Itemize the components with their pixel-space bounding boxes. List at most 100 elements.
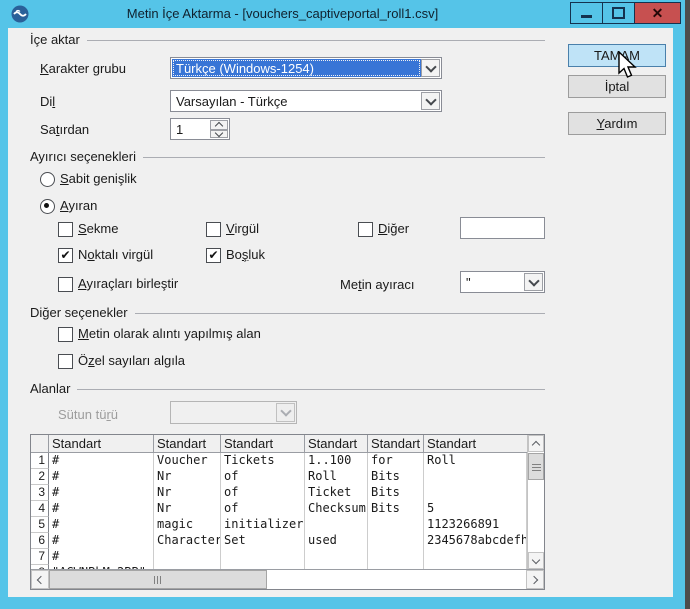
- comma-checkbox[interactable]: [206, 222, 221, 237]
- table-cell[interactable]: [368, 533, 424, 549]
- comma-label: Virgül: [226, 221, 259, 237]
- column-header[interactable]: Standart: [424, 435, 544, 452]
- charset-combobox[interactable]: Türkçe (Windows-1254): [170, 57, 442, 79]
- preview-table: StandartStandartStandartStandartStandart…: [30, 434, 545, 590]
- scroll-down-button[interactable]: [528, 552, 544, 569]
- table-cell[interactable]: #: [49, 485, 154, 501]
- table-cell[interactable]: of: [221, 501, 305, 517]
- charset-dropdown-button[interactable]: [421, 59, 440, 77]
- cancel-button[interactable]: İptal: [568, 75, 666, 98]
- table-cell[interactable]: magic: [154, 517, 221, 533]
- other-label: Diğer: [378, 221, 409, 237]
- ok-button[interactable]: TAMAM: [568, 44, 666, 67]
- table-cell[interactable]: for: [368, 453, 424, 469]
- group-rule: [143, 157, 545, 158]
- other-checkbox[interactable]: [358, 222, 373, 237]
- maximize-button[interactable]: [602, 2, 635, 24]
- horizontal-scrollbar[interactable]: [31, 569, 544, 589]
- table-cell[interactable]: Bits: [368, 485, 424, 501]
- table-cell[interactable]: #: [49, 469, 154, 485]
- table-cell[interactable]: [221, 549, 305, 565]
- table-cell[interactable]: used: [305, 533, 368, 549]
- merge-delimiters-checkbox[interactable]: [58, 277, 73, 292]
- scroll-left-button[interactable]: [31, 570, 49, 589]
- table-cell[interactable]: Roll: [424, 453, 527, 469]
- row-number: 5: [31, 517, 49, 533]
- table-cell[interactable]: Nr: [154, 501, 221, 517]
- column-header[interactable]: Standart: [221, 435, 305, 452]
- detect-special-numbers-checkbox[interactable]: [58, 354, 73, 369]
- spinner-down-button[interactable]: [210, 130, 228, 138]
- table-cell[interactable]: of: [221, 469, 305, 485]
- table-cell[interactable]: [424, 549, 527, 565]
- column-header[interactable]: Standart: [368, 435, 424, 452]
- from-row-spinner[interactable]: 1: [170, 118, 230, 140]
- table-cell[interactable]: #: [49, 453, 154, 469]
- minimize-icon: [581, 15, 592, 18]
- table-cell[interactable]: [305, 517, 368, 533]
- table-cell[interactable]: Nr: [154, 469, 221, 485]
- table-cell[interactable]: Roll: [305, 469, 368, 485]
- text-delimiter-label: Metin ayıracı: [340, 277, 414, 293]
- close-button[interactable]: ✕: [634, 2, 681, 24]
- column-header[interactable]: Standart: [49, 435, 154, 452]
- table-cell[interactable]: Bits: [368, 501, 424, 517]
- dialog-client-area: İçe aktar Karakter grubu Türkçe (Windows…: [8, 28, 673, 597]
- table-cell[interactable]: Tickets: [221, 453, 305, 469]
- column-type-value: [172, 403, 275, 422]
- column-header[interactable]: Standart: [154, 435, 221, 452]
- help-button[interactable]: Yardım: [568, 112, 666, 135]
- language-combobox[interactable]: Varsayılan - Türkçe: [170, 90, 442, 112]
- table-cell[interactable]: Nr: [154, 485, 221, 501]
- table-cell[interactable]: [154, 549, 221, 565]
- table-cell[interactable]: 5: [424, 501, 527, 517]
- table-cell[interactable]: Character: [154, 533, 221, 549]
- table-cell[interactable]: [368, 517, 424, 533]
- vertical-scrollbar[interactable]: [527, 435, 544, 569]
- text-delimiter-combobox[interactable]: ": [460, 271, 545, 293]
- vertical-scroll-thumb[interactable]: [528, 453, 544, 480]
- maximize-icon: [612, 7, 625, 19]
- table-cell[interactable]: #: [49, 533, 154, 549]
- table-cell[interactable]: 2345678abcdefhi: [424, 533, 527, 549]
- row-number: 3: [31, 485, 49, 501]
- table-cell[interactable]: [424, 469, 527, 485]
- minimize-button[interactable]: [570, 2, 603, 24]
- table-cell[interactable]: Bits: [368, 469, 424, 485]
- table-row: 4#NrofChecksumBits5: [31, 501, 527, 517]
- table-cell[interactable]: 1123266891: [424, 517, 527, 533]
- table-row: 7#: [31, 549, 527, 565]
- space-checkbox[interactable]: ✔: [206, 248, 221, 263]
- fixed-width-radio[interactable]: [40, 172, 55, 187]
- chevron-down-icon: [425, 61, 436, 72]
- horizontal-scroll-thumb[interactable]: [49, 570, 267, 589]
- table-cell[interactable]: 1..100: [305, 453, 368, 469]
- text-delimiter-dropdown-button[interactable]: [524, 273, 543, 291]
- table-cell[interactable]: initializer: [221, 517, 305, 533]
- table-cell[interactable]: #: [49, 501, 154, 517]
- quoted-field-as-text-checkbox[interactable]: [58, 327, 73, 342]
- chevron-down-icon: [532, 555, 540, 563]
- table-cell[interactable]: Voucher: [154, 453, 221, 469]
- table-cell[interactable]: of: [221, 485, 305, 501]
- scroll-right-button[interactable]: [526, 570, 544, 589]
- table-cell[interactable]: [424, 485, 527, 501]
- table-cell[interactable]: Set: [221, 533, 305, 549]
- table-cell[interactable]: [368, 549, 424, 565]
- column-header[interactable]: Standart: [305, 435, 368, 452]
- semicolon-label: Noktalı virgül: [78, 247, 153, 263]
- title-bar[interactable]: Metin İçe Aktarma - [vouchers_captivepor…: [0, 0, 685, 28]
- table-cell[interactable]: [305, 549, 368, 565]
- table-cell[interactable]: #: [49, 517, 154, 533]
- tab-checkbox[interactable]: [58, 222, 73, 237]
- table-cell[interactable]: Ticket: [305, 485, 368, 501]
- language-dropdown-button[interactable]: [421, 92, 440, 110]
- chevron-down-icon: [215, 129, 223, 137]
- other-separator-input[interactable]: [460, 217, 545, 239]
- table-cell[interactable]: #: [49, 549, 154, 565]
- table-cell[interactable]: Checksum: [305, 501, 368, 517]
- scroll-up-button[interactable]: [528, 435, 544, 452]
- semicolon-checkbox[interactable]: ✔: [58, 248, 73, 263]
- separated-by-radio[interactable]: [40, 199, 55, 214]
- table-corner-cell: [31, 435, 49, 452]
